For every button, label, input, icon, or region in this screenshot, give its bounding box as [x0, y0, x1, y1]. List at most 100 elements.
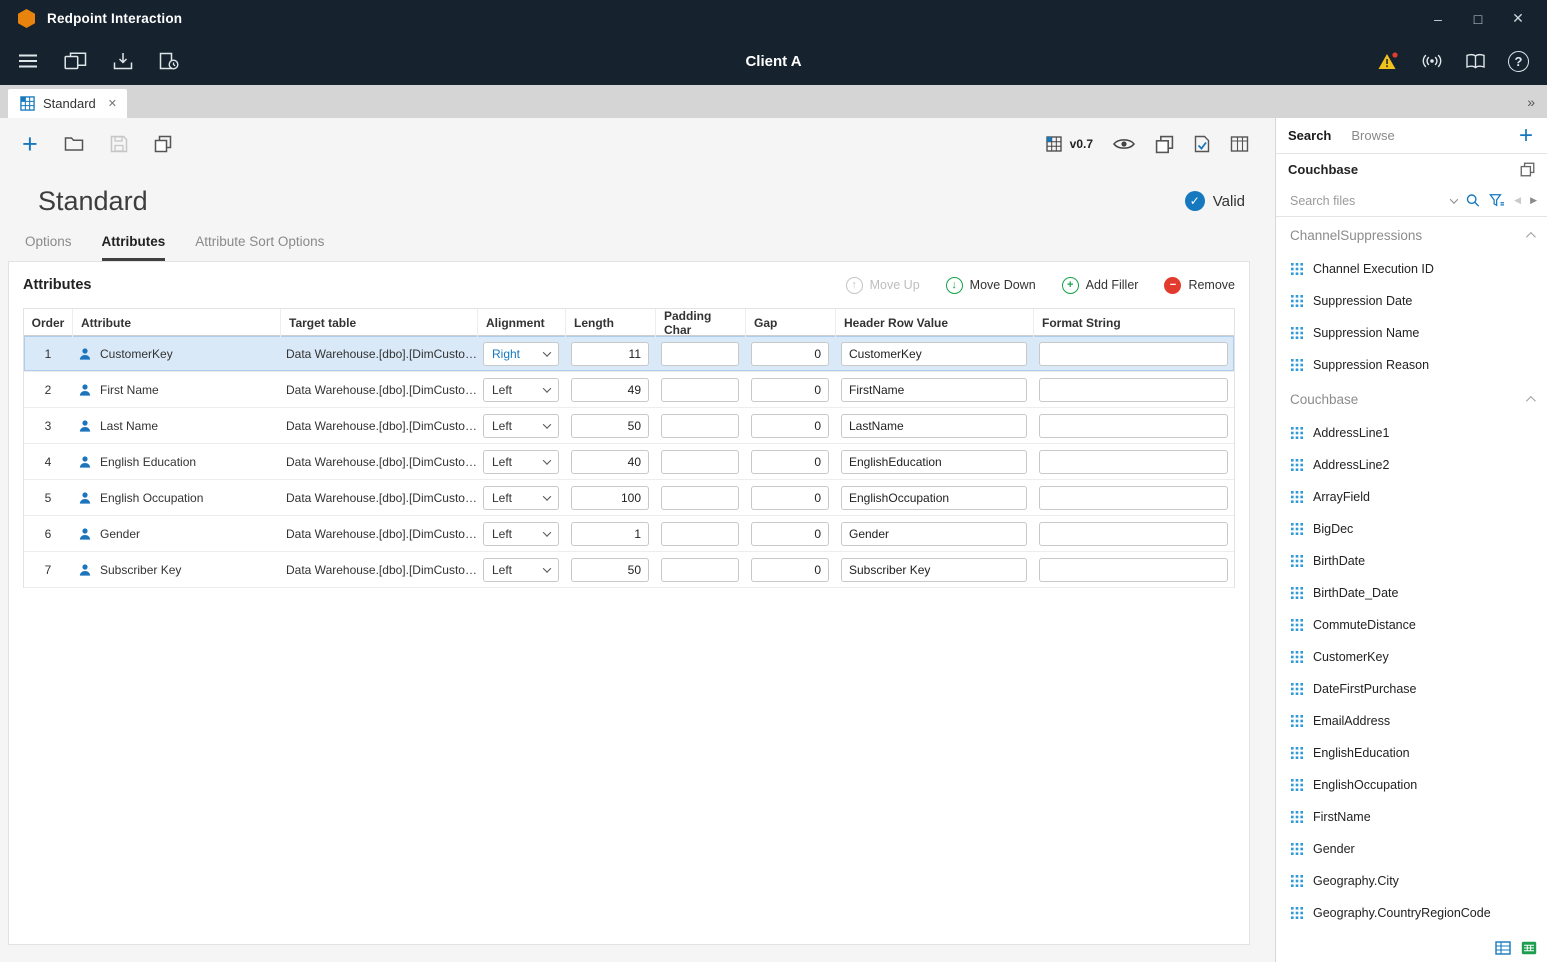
add-button[interactable]: + — [22, 132, 38, 156]
open-folder-icon[interactable] — [64, 136, 84, 152]
tab-attribute-sort-options[interactable]: Attribute Sort Options — [195, 234, 324, 261]
alignment-select[interactable]: Left — [483, 486, 559, 510]
alignment-select[interactable]: Right — [483, 342, 559, 366]
length-input[interactable] — [571, 522, 649, 546]
search-icon[interactable] — [1466, 193, 1480, 208]
collapse-chevron-icon[interactable] — [1526, 395, 1536, 405]
tab-options[interactable]: Options — [25, 234, 72, 261]
field-item[interactable]: CommuteDistance — [1276, 609, 1547, 641]
padding-char-input[interactable] — [661, 522, 739, 546]
table-row[interactable]: 1CustomerKeyData Warehouse.[dbo].[DimCus… — [24, 336, 1234, 372]
header-row-value-input[interactable] — [841, 342, 1027, 366]
table-row[interactable]: 5English OccupationData Warehouse.[dbo].… — [24, 480, 1234, 516]
tab-attributes[interactable]: Attributes — [102, 234, 166, 261]
field-item[interactable]: EnglishOccupation — [1276, 769, 1547, 801]
sidebar-tab-search[interactable]: Search — [1288, 128, 1331, 143]
length-input[interactable] — [571, 342, 649, 366]
field-item[interactable]: Suppression Name — [1276, 317, 1547, 349]
format-string-input[interactable] — [1039, 450, 1228, 474]
help-icon[interactable]: ? — [1508, 51, 1529, 72]
copy-icon[interactable] — [154, 135, 172, 153]
menu-icon[interactable] — [18, 53, 38, 69]
length-input[interactable] — [571, 558, 649, 582]
format-string-input[interactable] — [1039, 558, 1228, 582]
interactions-icon[interactable] — [64, 52, 87, 70]
table-row[interactable]: 3Last NameData Warehouse.[dbo].[DimCusto… — [24, 408, 1234, 444]
add-source-button[interactable]: + — [1519, 126, 1533, 146]
padding-char-input[interactable] — [661, 450, 739, 474]
chevron-down-icon[interactable] — [1450, 195, 1458, 203]
alignment-select[interactable]: Left — [483, 450, 559, 474]
grid-view-icon[interactable] — [1495, 941, 1511, 955]
collapse-chevron-icon[interactable] — [1526, 231, 1536, 241]
field-item[interactable]: EnglishEducation — [1276, 737, 1547, 769]
field-item[interactable]: Channel Execution ID — [1276, 253, 1547, 285]
length-input[interactable] — [571, 414, 649, 438]
broadcast-icon[interactable] — [1421, 54, 1443, 68]
length-input[interactable] — [571, 486, 649, 510]
header-row-value-input[interactable] — [841, 414, 1027, 438]
field-item[interactable]: BirthDate — [1276, 545, 1547, 577]
gap-input[interactable] — [751, 414, 829, 438]
field-item[interactable]: FirstName — [1276, 801, 1547, 833]
table-row[interactable]: 4English EducationData Warehouse.[dbo].[… — [24, 444, 1234, 480]
preview-eye-icon[interactable] — [1113, 137, 1135, 151]
length-input[interactable] — [571, 378, 649, 402]
gap-input[interactable] — [751, 450, 829, 474]
format-string-input[interactable] — [1039, 342, 1228, 366]
search-input[interactable] — [1288, 193, 1442, 209]
save-icon[interactable] — [110, 135, 128, 153]
header-row-value-input[interactable] — [841, 378, 1027, 402]
format-string-input[interactable] — [1039, 414, 1228, 438]
field-item[interactable]: Suppression Reason — [1276, 349, 1547, 381]
header-row-value-input[interactable] — [841, 450, 1027, 474]
field-item[interactable]: AddressLine1 — [1276, 417, 1547, 449]
alignment-select[interactable]: Left — [483, 414, 559, 438]
format-string-input[interactable] — [1039, 378, 1228, 402]
maximize-button[interactable]: □ — [1461, 6, 1495, 32]
header-row-value-input[interactable] — [841, 558, 1027, 582]
tab-close-icon[interactable]: ✕ — [108, 97, 117, 110]
tabs-overflow-icon[interactable]: » — [1527, 94, 1547, 110]
table-columns-icon[interactable] — [1230, 136, 1249, 152]
header-row-value-input[interactable] — [841, 522, 1027, 546]
table-row[interactable]: 7Subscriber KeyData Warehouse.[dbo].[Dim… — [24, 552, 1234, 588]
validate-icon[interactable] — [1194, 135, 1210, 153]
gap-input[interactable] — [751, 486, 829, 510]
documentation-book-icon[interactable] — [1465, 53, 1486, 70]
group-header[interactable]: Couchbase — [1276, 381, 1547, 417]
padding-char-input[interactable] — [661, 342, 739, 366]
field-item[interactable]: Geography.City — [1276, 865, 1547, 897]
field-item[interactable]: Suppression Date — [1276, 285, 1547, 317]
gap-input[interactable] — [751, 522, 829, 546]
copy-source-icon[interactable] — [1520, 162, 1535, 177]
format-string-input[interactable] — [1039, 486, 1228, 510]
field-item[interactable]: EmailAddress — [1276, 705, 1547, 737]
field-item[interactable]: ArrayField — [1276, 481, 1547, 513]
field-item[interactable]: DateFirstPurchase — [1276, 673, 1547, 705]
table-row[interactable]: 2First NameData Warehouse.[dbo].[DimCust… — [24, 372, 1234, 408]
alignment-select[interactable]: Left — [483, 378, 559, 402]
move-up-button[interactable]: ↑ Move Up — [846, 277, 920, 294]
group-header[interactable]: ChannelSuppressions — [1276, 217, 1547, 253]
field-item[interactable]: Gender — [1276, 833, 1547, 865]
header-row-value-input[interactable] — [841, 486, 1027, 510]
sidebar-tab-browse[interactable]: Browse — [1351, 128, 1394, 143]
format-string-input[interactable] — [1039, 522, 1228, 546]
alignment-select[interactable]: Left — [483, 522, 559, 546]
minimize-button[interactable]: – — [1421, 6, 1455, 32]
prev-result-icon[interactable]: ◀ — [1514, 195, 1521, 206]
next-result-icon[interactable]: ▶ — [1530, 195, 1537, 206]
export-icon[interactable] — [113, 52, 133, 70]
close-button[interactable]: ✕ — [1501, 6, 1535, 32]
gap-input[interactable] — [751, 558, 829, 582]
padding-char-input[interactable] — [661, 558, 739, 582]
duplicate-page-icon[interactable] — [1155, 135, 1174, 154]
schedule-icon[interactable] — [159, 52, 179, 70]
padding-char-input[interactable] — [661, 378, 739, 402]
field-item[interactable]: CustomerKey — [1276, 641, 1547, 673]
field-item[interactable]: BirthDate_Date — [1276, 577, 1547, 609]
alerts-warning-icon[interactable] — [1377, 51, 1399, 71]
alignment-select[interactable]: Left — [483, 558, 559, 582]
gap-input[interactable] — [751, 378, 829, 402]
